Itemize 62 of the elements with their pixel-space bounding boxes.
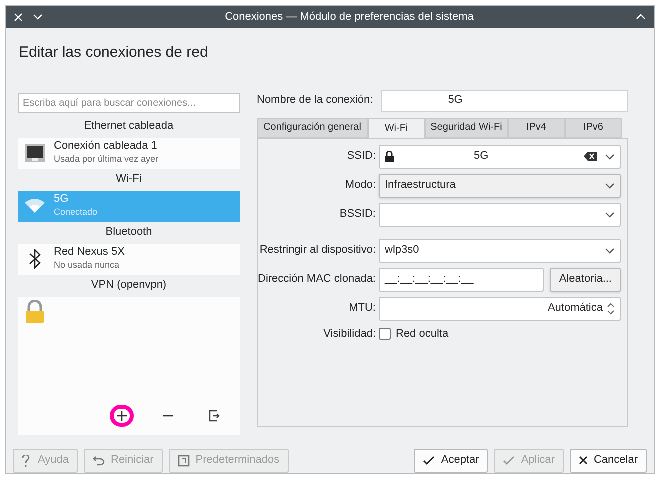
field-label: Dirección MAC clonada:	[258, 272, 376, 288]
checkbox[interactable]	[379, 328, 391, 340]
add-connection-button[interactable]	[110, 404, 134, 426]
checkmark-icon	[503, 456, 516, 466]
connection-name: 5G	[54, 193, 70, 206]
group-title: VPN (openvpn)	[91, 278, 167, 294]
export-icon	[208, 410, 220, 422]
combo-field[interactable]: wlp3s0	[379, 238, 621, 262]
connection-status: Conectado	[54, 206, 98, 219]
group-title: Wi-Fi	[116, 172, 142, 188]
question-mark-icon	[22, 454, 32, 468]
chevron-down-icon	[605, 154, 615, 160]
close-icon[interactable]	[14, 12, 23, 22]
spin-arrows-icon	[607, 302, 615, 316]
bluetooth-icon	[29, 249, 41, 269]
mtu-spinbox[interactable]: Automática	[379, 296, 621, 320]
field-label: Visibilidad:	[322, 326, 376, 342]
group-title: Ethernet cableada	[84, 119, 174, 134]
undo-icon	[93, 456, 105, 466]
checkmark-icon	[423, 456, 436, 466]
window-title: Conexiones — Módulo de preferencias del sistema	[224, 10, 475, 25]
field-label: Restringir al dispositivo:	[258, 243, 376, 258]
field-label: BSSID:	[338, 207, 376, 222]
random-button[interactable]: Aleatoria...	[550, 268, 621, 292]
ok-button[interactable]: Aceptar	[414, 448, 488, 472]
page-heading: Editar las conexiones de red	[18, 43, 210, 63]
ssid-combo[interactable]: 5G	[379, 144, 621, 168]
padlock-icon	[25, 300, 45, 324]
hidden-network-checkbox[interactable]: Red oculta	[379, 326, 449, 342]
close-icon	[578, 456, 588, 465]
cancel-button[interactable]: Cancelar	[570, 448, 647, 472]
wifi-icon	[24, 198, 46, 214]
connection-name: Conexión cableada 1	[54, 140, 158, 153]
minus-icon	[163, 414, 173, 416]
document-icon	[178, 454, 190, 466]
field-label: Modo:	[344, 178, 376, 194]
mac-address-field[interactable]: __:__:__:__:__:__	[379, 268, 544, 292]
connection-status: Usada por última vez ayer	[54, 153, 159, 166]
mode-dropdown[interactable]: Infraestructura	[379, 174, 621, 198]
chevron-down-icon	[605, 182, 615, 188]
connection-name-field[interactable]: 5G	[381, 90, 628, 112]
clear-icon[interactable]	[584, 152, 597, 161]
search-field[interactable]: Escriba aquí para buscar conexiones...	[18, 93, 240, 113]
tab[interactable]: Configuración general	[257, 118, 368, 138]
chevron-up-icon[interactable]	[636, 14, 646, 20]
field-label: SSID:	[346, 149, 376, 164]
ethernet-port-icon	[24, 143, 46, 163]
chevron-down-icon	[605, 248, 615, 254]
tab[interactable]: IPv4	[508, 118, 565, 138]
plus-icon	[117, 410, 127, 420]
tab[interactable]: IPv6	[565, 118, 622, 138]
field-label: Nombre de la conexión:	[257, 93, 374, 108]
group-title: Bluetooth	[106, 225, 152, 240]
lock-icon	[385, 151, 394, 162]
tab[interactable]: Seguridad Wi-Fi	[425, 118, 508, 138]
field-label: MTU:	[348, 301, 376, 316]
combo-field[interactable]	[379, 202, 621, 226]
tab[interactable]: Wi-Fi	[368, 118, 425, 138]
chevron-down-icon[interactable]	[33, 14, 43, 20]
chevron-down-icon	[605, 212, 615, 218]
connection-name: Red Nexus 5X	[54, 246, 125, 259]
connection-status: No usada nunca	[54, 259, 121, 272]
